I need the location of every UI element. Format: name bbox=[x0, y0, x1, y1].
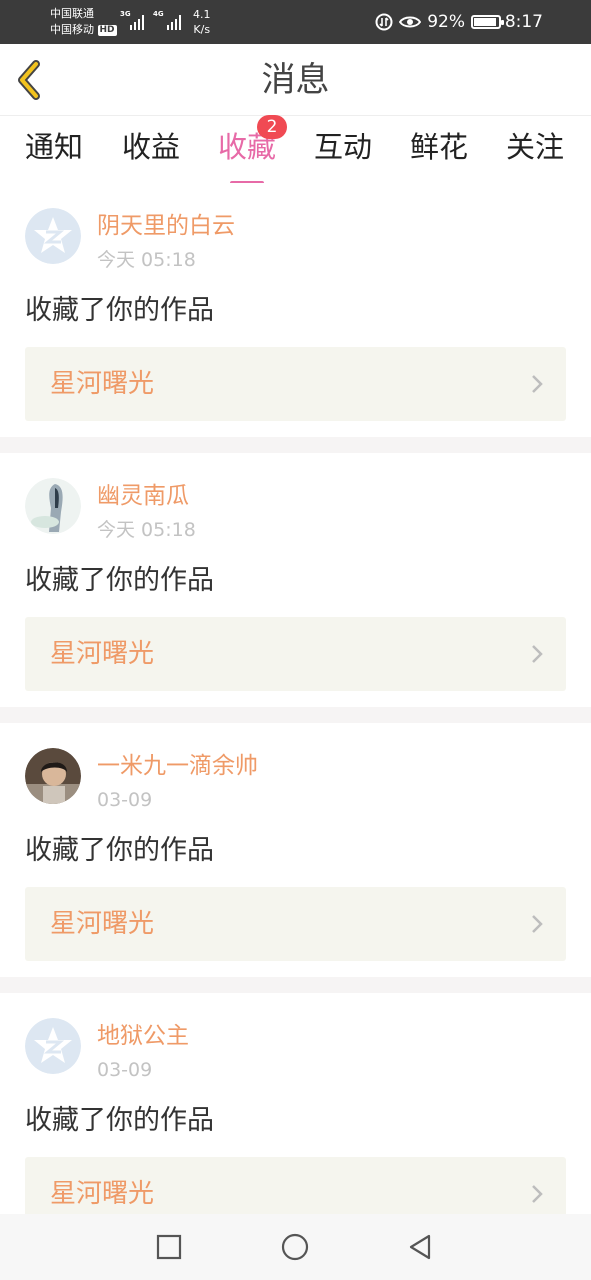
tab-label: 通知 bbox=[24, 130, 83, 164]
work-link[interactable]: 星河曙光 bbox=[25, 347, 566, 421]
message-text: 收藏了你的作品 bbox=[25, 1105, 214, 1136]
message-list: 阴天里的白云 今天 05:18 收藏了你的作品 星河曙光 幽灵南瓜 今天 05:… bbox=[0, 183, 591, 1247]
tab-label: 互动 bbox=[313, 130, 372, 164]
message-text: 收藏了你的作品 bbox=[25, 295, 214, 326]
header: 消息 bbox=[0, 44, 591, 116]
battery-percent: 92% bbox=[427, 12, 465, 32]
card-separator bbox=[0, 977, 591, 993]
eye-comfort-icon bbox=[399, 16, 422, 28]
tab-flowers[interactable]: 鲜花 bbox=[394, 127, 484, 167]
carrier-info: 中国联通 中国移动 HD bbox=[50, 6, 117, 38]
clock: 8:17 bbox=[504, 12, 543, 32]
carrier-2-row: 中国移动 HD bbox=[50, 22, 117, 38]
battery-icon bbox=[471, 15, 504, 29]
recent-apps-button[interactable] bbox=[154, 1232, 184, 1262]
username[interactable]: 阴天里的白云 bbox=[97, 211, 235, 241]
tab-label: 收益 bbox=[121, 130, 180, 164]
card-separator bbox=[0, 437, 591, 453]
back-nav-button[interactable] bbox=[405, 1232, 435, 1262]
avatar[interactable] bbox=[25, 1018, 81, 1074]
chevron-right-icon bbox=[532, 375, 543, 393]
message-card: 一米九一滴余帅 03-09 收藏了你的作品 星河曙光 bbox=[0, 723, 591, 977]
message-time: 今天 05:18 bbox=[97, 519, 196, 541]
hd-badge: HD bbox=[97, 24, 117, 36]
data-saver-icon bbox=[375, 13, 393, 31]
work-title: 星河曙光 bbox=[50, 909, 155, 939]
tab-notice[interactable]: 通知 bbox=[9, 127, 99, 167]
unread-badge: 2 bbox=[257, 115, 287, 139]
network-speed-value: 4.1 bbox=[193, 8, 211, 21]
network-speed-unit: K/s bbox=[193, 23, 211, 36]
chevron-right-icon bbox=[532, 1185, 543, 1203]
carrier-2: 中国移动 bbox=[50, 23, 94, 36]
child-photo bbox=[25, 748, 81, 804]
username[interactable]: 幽灵南瓜 bbox=[97, 481, 189, 511]
default-qzone-icon bbox=[25, 1018, 81, 1074]
message-text: 收藏了你的作品 bbox=[25, 565, 214, 596]
home-button[interactable] bbox=[280, 1232, 310, 1262]
tab-label: 关注 bbox=[505, 130, 564, 164]
chevron-right-icon bbox=[532, 645, 543, 663]
card-separator bbox=[0, 707, 591, 723]
tab-interaction[interactable]: 互动 bbox=[298, 127, 388, 167]
username[interactable]: 一米九一滴余帅 bbox=[97, 751, 258, 781]
work-link[interactable]: 星河曙光 bbox=[25, 887, 566, 961]
network-speed: 4.1 K/s bbox=[193, 7, 211, 37]
avatar[interactable] bbox=[25, 208, 81, 264]
tab-earnings[interactable]: 收益 bbox=[106, 127, 196, 167]
chevron-right-icon bbox=[532, 915, 543, 933]
work-link[interactable]: 星河曙光 bbox=[25, 617, 566, 691]
avatar[interactable] bbox=[25, 478, 81, 534]
message-time: 今天 05:18 bbox=[97, 249, 196, 271]
anime-figure-photo bbox=[25, 478, 81, 534]
system-nav-bar bbox=[0, 1214, 591, 1280]
avatar[interactable] bbox=[25, 748, 81, 804]
work-title: 星河曙光 bbox=[50, 369, 155, 399]
message-card: 幽灵南瓜 今天 05:18 收藏了你的作品 星河曙光 bbox=[0, 453, 591, 707]
message-card: 地狱公主 03-09 收藏了你的作品 星河曙光 bbox=[0, 993, 591, 1247]
carrier-1: 中国联通 bbox=[50, 7, 94, 20]
tab-bar: 通知 收益 收藏 2 互动 鲜花 关注 bbox=[0, 115, 591, 185]
work-title: 星河曙光 bbox=[50, 1179, 155, 1209]
page-title: 消息 bbox=[261, 60, 330, 100]
tab-follow[interactable]: 关注 bbox=[490, 127, 580, 167]
message-time: 03-09 bbox=[97, 1059, 153, 1081]
message-card: 阴天里的白云 今天 05:18 收藏了你的作品 星河曙光 bbox=[0, 183, 591, 437]
status-bar: 中国联通 中国移动 HD 3G 4G 4.1 K/s 92% 8:17 bbox=[0, 0, 591, 44]
status-right: 92% bbox=[375, 10, 504, 34]
message-time: 03-09 bbox=[97, 789, 153, 811]
signal-2-label: 4G bbox=[153, 10, 164, 18]
username[interactable]: 地狱公主 bbox=[97, 1021, 189, 1051]
tab-label: 鲜花 bbox=[409, 130, 468, 164]
message-text: 收藏了你的作品 bbox=[25, 835, 214, 866]
work-title: 星河曙光 bbox=[50, 639, 155, 669]
tab-favorites[interactable]: 收藏 2 bbox=[202, 115, 292, 185]
default-qzone-icon bbox=[25, 208, 81, 264]
